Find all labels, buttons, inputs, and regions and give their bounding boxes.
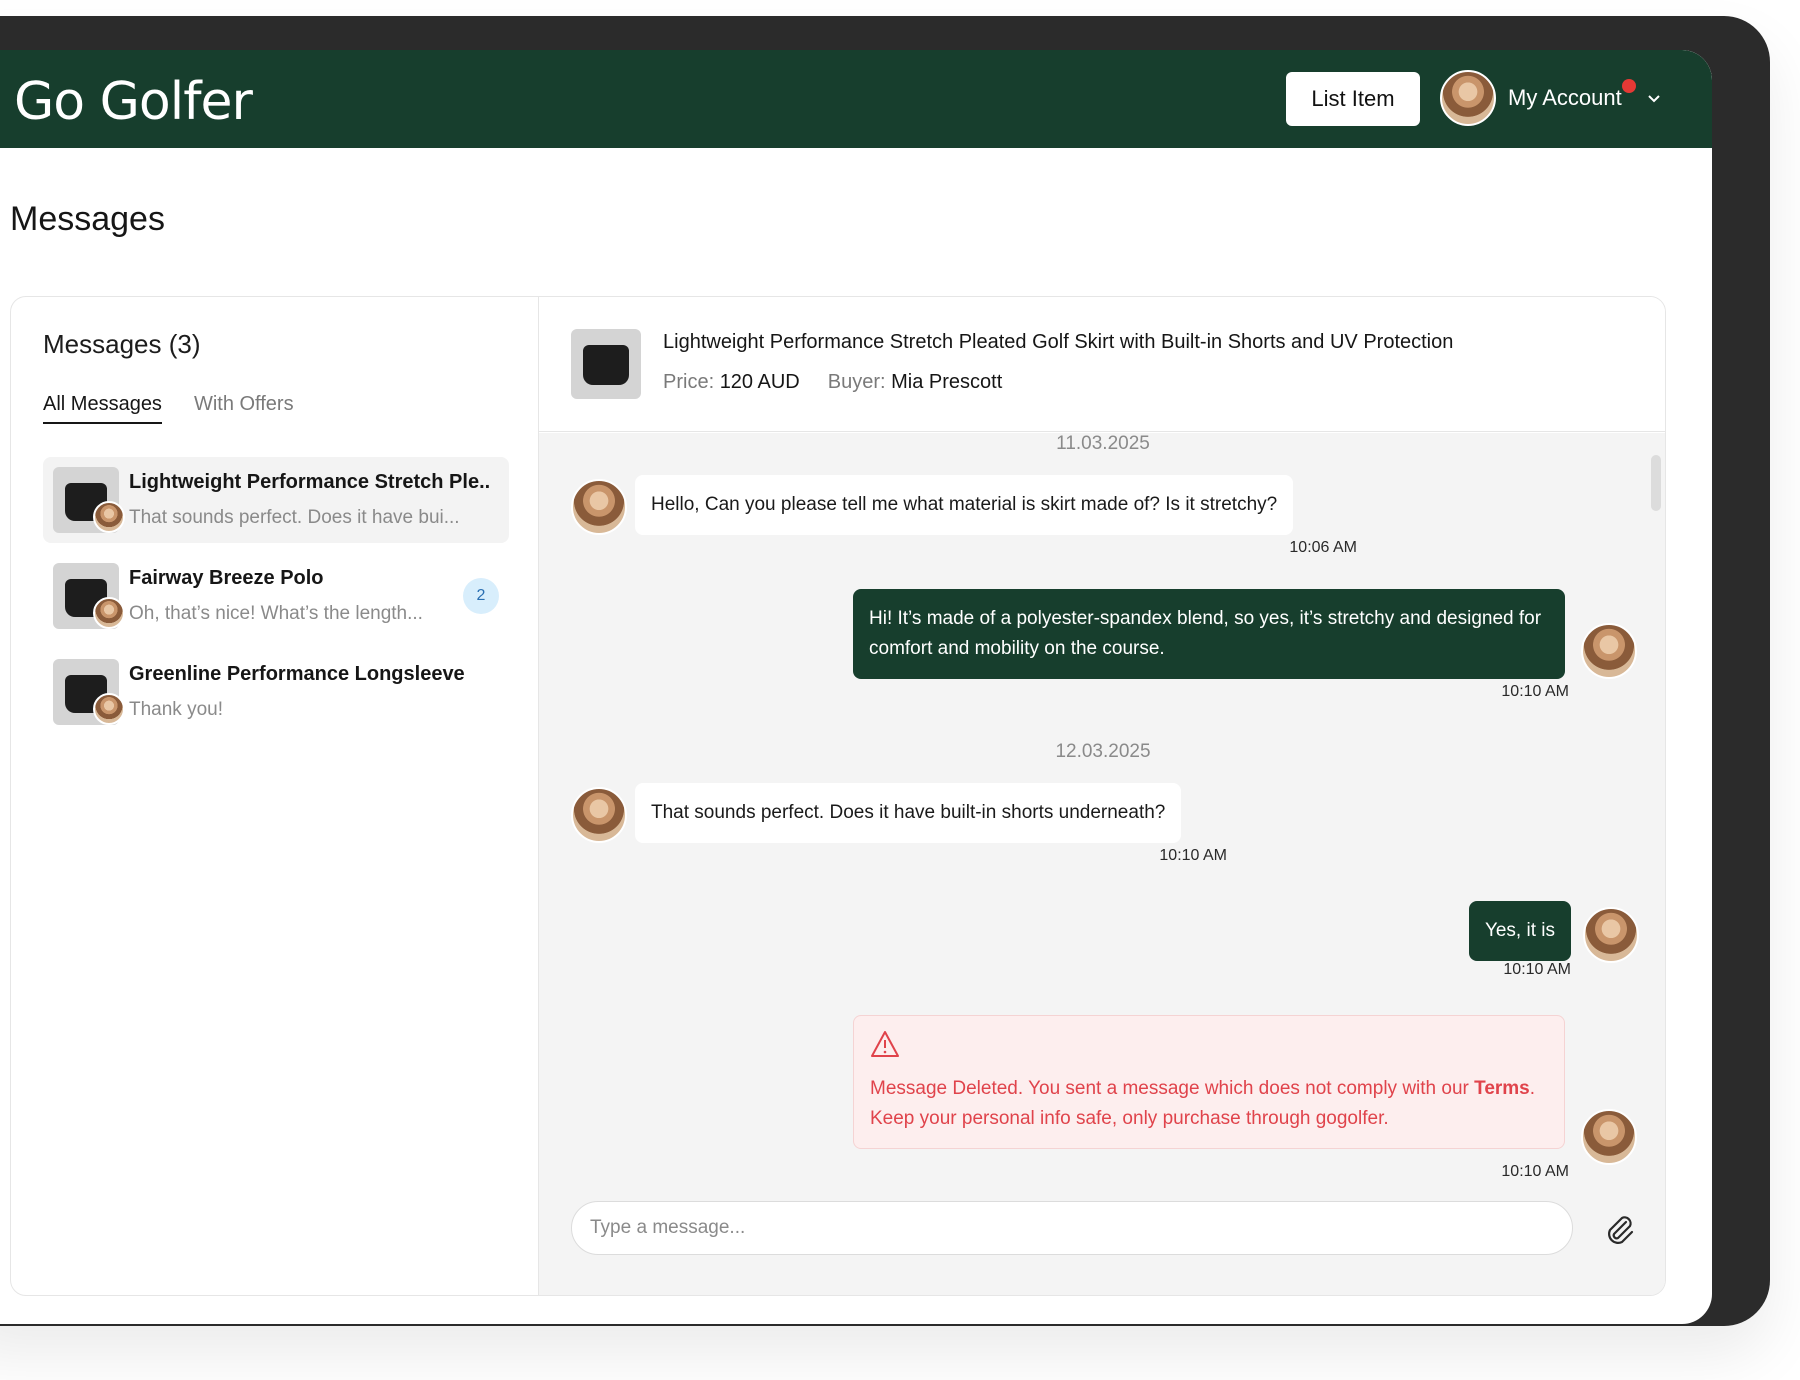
conversation-preview: Thank you! xyxy=(129,699,223,720)
price-info: Price: 120 AUD xyxy=(663,371,800,394)
conversation-item[interactable]: Lightweight Performance Stretch Ple... T… xyxy=(43,457,509,543)
terms-link[interactable]: Terms xyxy=(1474,1078,1530,1099)
app-screen: Go Golfer List Item My Account Messages … xyxy=(0,50,1712,1324)
chat-panel: Lightweight Performance Stretch Pleated … xyxy=(539,297,1665,1295)
date-separator: 11.03.2025 xyxy=(1056,433,1150,454)
deleted-message-notice: Message Deleted. You sent a message whic… xyxy=(853,1015,1565,1149)
buyer-avatar xyxy=(93,693,125,725)
tab-all-messages[interactable]: All Messages xyxy=(43,393,162,424)
conversation-title: Lightweight Performance Stretch Ple... xyxy=(129,471,489,493)
date-separator: 12.03.2025 xyxy=(1055,741,1151,762)
buyer-name: Mia Prescott xyxy=(891,371,1003,393)
messages-card: Messages (3) All Messages With Offers Li… xyxy=(10,296,1666,1296)
incoming-message: Hello, Can you please tell me what mater… xyxy=(635,475,1294,535)
chat-scrollbar[interactable] xyxy=(1651,455,1661,511)
message-time: 10:10 AM xyxy=(1503,961,1571,978)
notification-dot xyxy=(1621,79,1636,93)
message-input[interactable] xyxy=(571,1201,1573,1255)
top-navbar: Go Golfer List Item My Account xyxy=(0,50,1712,148)
price-value: 120 AUD xyxy=(719,371,800,393)
message-time: 10:06 AM xyxy=(1289,539,1357,556)
logo[interactable]: Go Golfer xyxy=(14,72,253,132)
listing-meta: Price: 120 AUD Buyer: Mia Prescott xyxy=(663,371,1002,394)
conversation-sidebar: Messages (3) All Messages With Offers Li… xyxy=(11,297,539,1295)
price-label: Price: xyxy=(663,371,715,393)
message-time: 10:10 AM xyxy=(1501,683,1569,700)
seller-avatar xyxy=(1583,907,1639,963)
my-account-menu[interactable]: My Account xyxy=(1440,70,1662,126)
listing-thumbnail[interactable] xyxy=(571,329,641,399)
outgoing-message: Hi! It’s made of a polyester-spandex ble… xyxy=(853,589,1565,679)
deleted-notice-text: Message Deleted. You sent a message whic… xyxy=(870,1078,1475,1099)
buyer-avatar xyxy=(93,597,125,629)
device-frame: Go Golfer List Item My Account Messages … xyxy=(0,16,1770,1326)
message-time: 10:10 AM xyxy=(1159,847,1227,864)
incoming-message: That sounds perfect. Does it have built-… xyxy=(635,783,1182,843)
conversation-title: Greenline Performance Longsleeve xyxy=(129,663,465,685)
buyer-avatar xyxy=(571,479,627,535)
chevron-down-icon xyxy=(1648,95,1660,103)
page-title: Messages xyxy=(10,200,165,238)
seller-avatar xyxy=(1581,1109,1637,1165)
account-label: My Account xyxy=(1508,85,1622,110)
conversations-title: Messages (3) xyxy=(43,329,201,359)
listing-header: Lightweight Performance Stretch Pleated … xyxy=(539,297,1665,432)
message-tabs: All Messages With Offers xyxy=(43,393,294,424)
user-avatar xyxy=(1440,70,1496,126)
warning-icon xyxy=(871,1031,899,1057)
message-time: 10:10 AM xyxy=(1501,1163,1569,1180)
account-label-wrap: My Account xyxy=(1508,79,1636,111)
conversation-preview: Oh, that’s nice! What’s the length... xyxy=(129,603,423,624)
chat-thread[interactable]: 11.03.2025 Hello, Can you please tell me… xyxy=(539,433,1665,1295)
buyer-avatar xyxy=(93,501,125,533)
conversation-item[interactable]: Fairway Breeze Polo Oh, that’s nice! Wha… xyxy=(43,553,509,639)
unread-badge: 2 xyxy=(463,578,499,614)
buyer-info: Buyer: Mia Prescott xyxy=(828,371,1003,394)
seller-avatar xyxy=(1581,623,1637,679)
tab-with-offers[interactable]: With Offers xyxy=(194,393,294,424)
listing-title[interactable]: Lightweight Performance Stretch Pleated … xyxy=(663,331,1453,354)
buyer-avatar xyxy=(571,787,627,843)
conversation-title: Fairway Breeze Polo xyxy=(129,567,324,589)
paperclip-icon[interactable] xyxy=(1599,1209,1639,1249)
buyer-label: Buyer: xyxy=(827,371,886,393)
outgoing-message: Yes, it is xyxy=(1468,901,1571,961)
conversation-item[interactable]: Greenline Performance Longsleeve Thank y… xyxy=(43,649,509,735)
conversation-preview: That sounds perfect. Does it have bui... xyxy=(129,507,460,528)
list-item-button[interactable]: List Item xyxy=(1286,72,1420,126)
